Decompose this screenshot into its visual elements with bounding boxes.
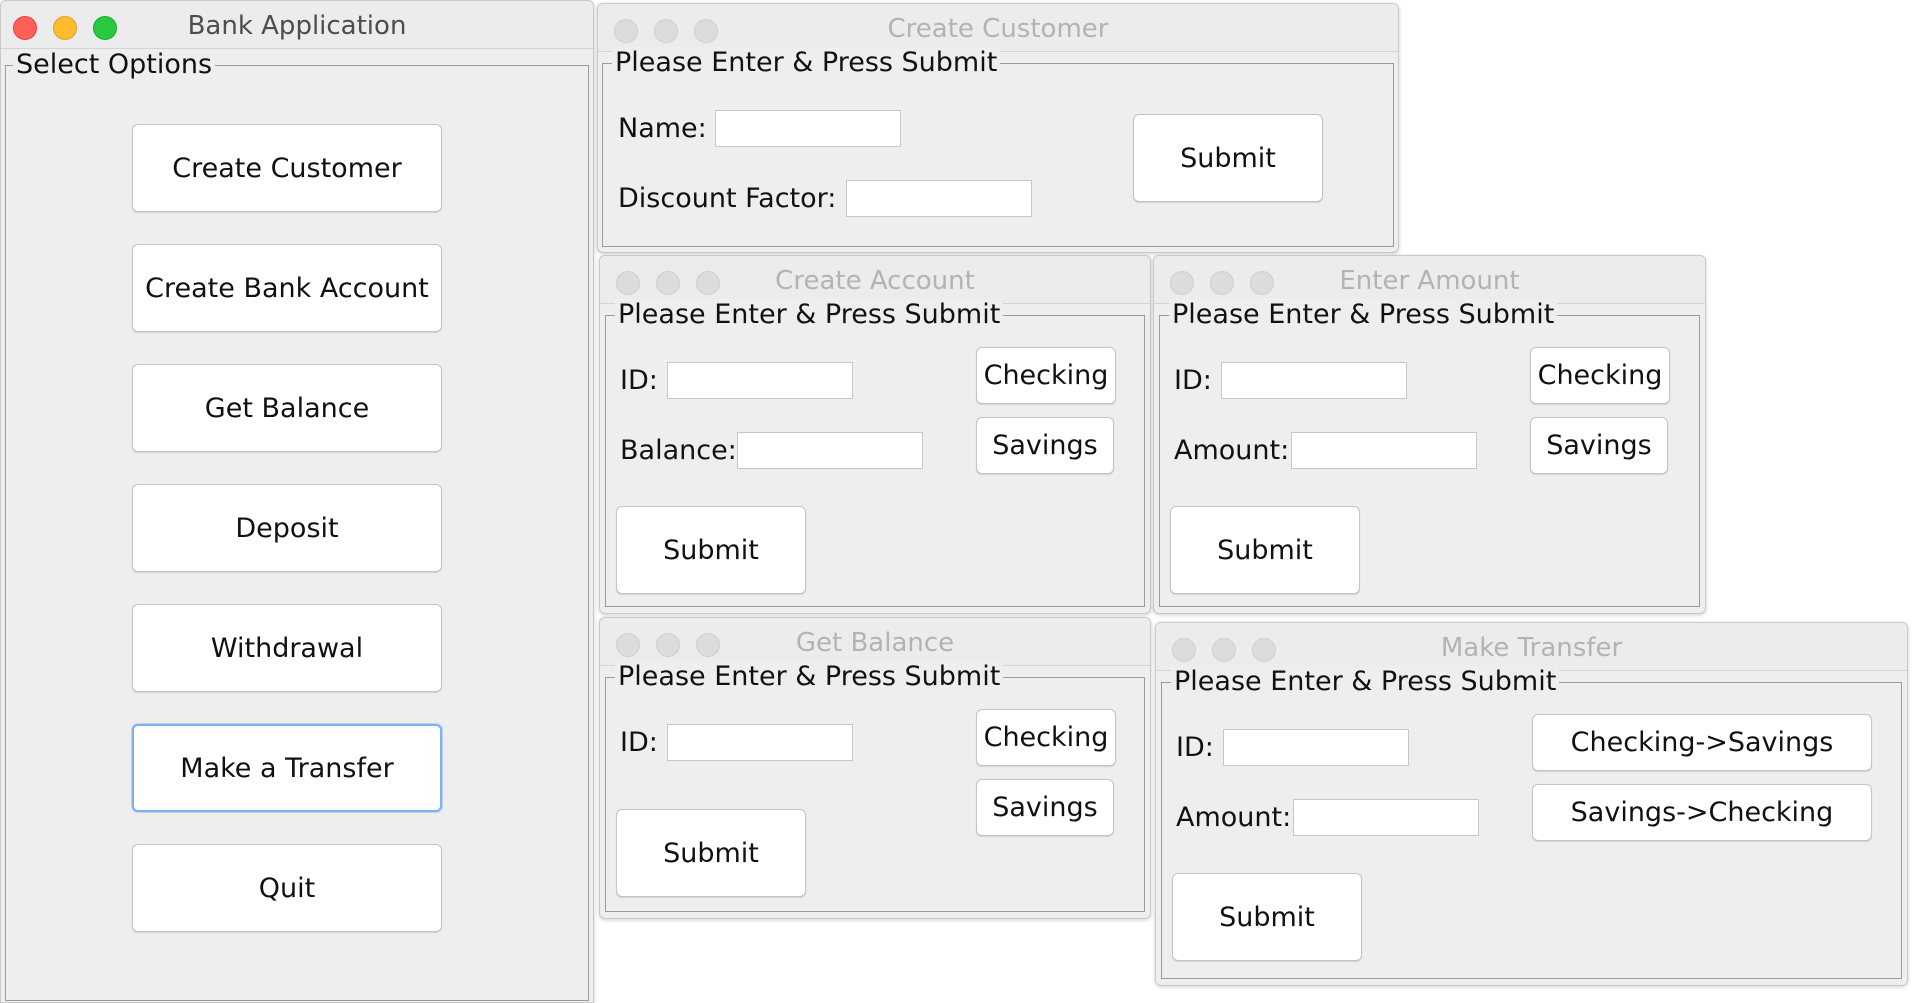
amount-label: Amount: — [1174, 435, 1290, 466]
window-title: Get Balance — [795, 628, 955, 658]
get-balance-window: Get Balance Please Enter & Press Submit … — [599, 617, 1151, 919]
id-field[interactable] — [1223, 729, 1409, 766]
get-balance-button[interactable]: Get Balance — [132, 364, 442, 452]
group-label: Please Enter & Press Submit — [1169, 299, 1558, 331]
create-customer-button[interactable]: Create Customer — [132, 124, 442, 212]
window-title: Create Account — [775, 266, 975, 296]
submit-button[interactable]: Submit — [1133, 114, 1323, 202]
withdrawal-button[interactable]: Withdrawal — [132, 604, 442, 692]
amount-label: Amount: — [1176, 802, 1292, 833]
group-label: Please Enter & Press Submit — [612, 47, 1001, 79]
window-title: Make Transfer — [1440, 633, 1623, 663]
discount-factor-field[interactable] — [846, 180, 1032, 217]
submit-button[interactable]: Submit — [616, 506, 806, 594]
id-field[interactable] — [1221, 362, 1407, 399]
savings-button[interactable]: Savings — [976, 779, 1114, 836]
submit-button[interactable]: Submit — [616, 809, 806, 897]
savings-to-checking-button[interactable]: Savings->Checking — [1532, 784, 1872, 841]
id-field[interactable] — [667, 362, 853, 399]
id-label: ID: — [1176, 732, 1214, 763]
group-label: Please Enter & Press Submit — [615, 299, 1004, 331]
group-label: Please Enter & Press Submit — [615, 661, 1004, 693]
window-title: Bank Application — [187, 11, 407, 41]
bank-application-titlebar[interactable]: Bank Application — [1, 1, 593, 49]
window-title: Enter Amount — [1339, 266, 1520, 296]
checking-button[interactable]: Checking — [1530, 347, 1670, 404]
id-field[interactable] — [667, 724, 853, 761]
amount-field[interactable] — [1291, 432, 1477, 469]
balance-field[interactable] — [737, 432, 923, 469]
submit-button[interactable]: Submit — [1172, 873, 1362, 961]
checking-button[interactable]: Checking — [976, 347, 1116, 404]
checking-to-savings-button[interactable]: Checking->Savings — [1532, 714, 1872, 771]
savings-button[interactable]: Savings — [976, 417, 1114, 474]
savings-button[interactable]: Savings — [1530, 417, 1668, 474]
checking-button[interactable]: Checking — [976, 709, 1116, 766]
quit-button[interactable]: Quit — [132, 844, 442, 932]
get-balance-titlebar[interactable]: Get Balance — [600, 618, 1150, 666]
bank-application-window: Bank Application Select Options Create C… — [0, 0, 594, 1003]
create-account-window: Create Account Please Enter & Press Subm… — [599, 255, 1151, 614]
id-label: ID: — [1174, 365, 1212, 396]
discount-factor-label: Discount Factor: — [618, 183, 837, 214]
balance-label: Balance: — [620, 435, 737, 466]
group-label: Select Options — [13, 49, 216, 81]
enter-amount-window: Enter Amount Please Enter & Press Submit… — [1153, 255, 1706, 614]
deposit-button[interactable]: Deposit — [132, 484, 442, 572]
name-label: Name: — [618, 113, 707, 144]
create-customer-window: Create Customer Please Enter & Press Sub… — [597, 3, 1399, 253]
amount-field[interactable] — [1293, 799, 1479, 836]
make-transfer-titlebar[interactable]: Make Transfer — [1156, 623, 1907, 671]
enter-amount-titlebar[interactable]: Enter Amount — [1154, 256, 1705, 304]
make-transfer-window: Make Transfer Please Enter & Press Submi… — [1155, 622, 1908, 986]
make-a-transfer-button[interactable]: Make a Transfer — [132, 724, 442, 812]
window-title: Create Customer — [887, 14, 1109, 44]
create-bank-account-button[interactable]: Create Bank Account — [132, 244, 442, 332]
create-customer-titlebar[interactable]: Create Customer — [598, 4, 1398, 52]
group-label: Please Enter & Press Submit — [1171, 666, 1560, 698]
id-label: ID: — [620, 365, 658, 396]
submit-button[interactable]: Submit — [1170, 506, 1360, 594]
id-label: ID: — [620, 727, 658, 758]
create-account-titlebar[interactable]: Create Account — [600, 256, 1150, 304]
name-field[interactable] — [715, 110, 901, 147]
